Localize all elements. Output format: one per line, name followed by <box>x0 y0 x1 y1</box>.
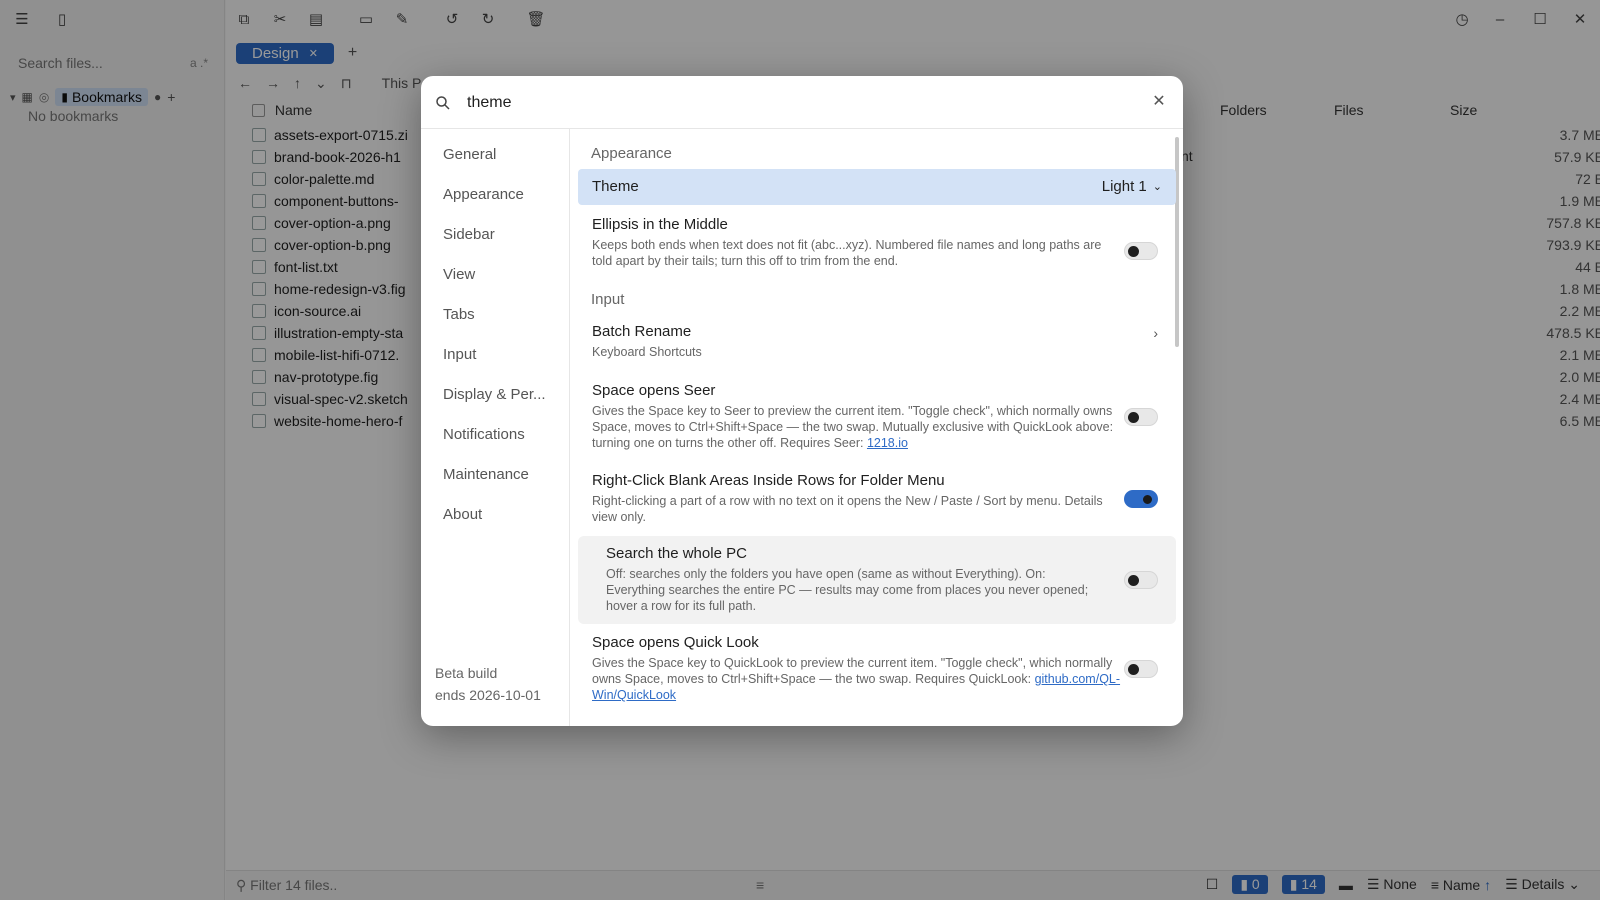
search-pc-toggle[interactable] <box>1124 571 1158 589</box>
settings-nav-item-appearance[interactable]: Appearance <box>443 186 524 203</box>
settings-nav: Beta build ends 2026-10-01 General Appear… <box>421 129 570 726</box>
settings-dialog: ✕ Beta build ends 2026-10-01 General Appe… <box>421 76 1183 726</box>
seer-link[interactable]: 1218.io <box>867 436 908 450</box>
theme-dropdown[interactable]: Light 1 ⌄ <box>1102 178 1162 195</box>
section-header-input: Input <box>591 291 625 308</box>
settings-nav-item-view[interactable]: View <box>443 266 475 283</box>
ellipsis-toggle[interactable] <box>1124 242 1158 260</box>
close-icon[interactable]: ✕ <box>1149 92 1169 112</box>
toggle-knob <box>1128 246 1139 257</box>
toggle-knob <box>1128 575 1139 586</box>
settings-nav-item-general[interactable]: General <box>443 146 496 163</box>
ellipsis-setting: Ellipsis in the Middle Keeps both ends w… <box>578 216 1176 269</box>
toggle-knob <box>1128 412 1139 423</box>
toggle-knob <box>1141 492 1154 506</box>
right-click-toggle[interactable] <box>1124 490 1158 508</box>
settings-search-input[interactable] <box>467 90 1107 116</box>
right-click-setting: Right-Click Blank Areas Inside Rows for … <box>578 472 1176 525</box>
settings-search-bar: ✕ <box>421 76 1183 129</box>
settings-nav-item-notifications[interactable]: Notifications <box>443 426 525 443</box>
settings-nav-item-input[interactable]: Input <box>443 346 476 363</box>
space-seer-toggle[interactable] <box>1124 408 1158 426</box>
theme-setting-row[interactable]: Theme Light 1 ⌄ <box>578 169 1176 205</box>
chevron-right-icon: › <box>1153 325 1158 341</box>
settings-nav-item-maintenance[interactable]: Maintenance <box>443 466 529 483</box>
chevron-down-icon: ⌄ <box>1152 181 1162 193</box>
settings-nav-item-tabs[interactable]: Tabs <box>443 306 475 323</box>
settings-nav-item-display-per[interactable]: Display & Per... <box>443 386 546 403</box>
toggle-knob <box>1128 664 1139 675</box>
batch-rename-setting[interactable]: Batch Rename Keyboard Shortcuts › <box>578 323 1176 360</box>
quick-look-setting: Space opens Quick Look Gives the Space k… <box>578 634 1176 703</box>
search-pc-setting: Search the whole PC Off: searches only t… <box>578 545 1176 614</box>
section-header-appearance: Appearance <box>591 145 672 162</box>
theme-label: Theme <box>592 178 639 195</box>
settings-nav-item-about[interactable]: About <box>443 506 482 523</box>
settings-nav-item-sidebar[interactable]: Sidebar <box>443 226 495 243</box>
space-seer-setting: Space opens Seer Gives the Space key to … <box>578 382 1176 451</box>
search-icon <box>436 96 450 110</box>
beta-build-info: Beta build ends 2026-10-01 <box>435 665 541 703</box>
settings-content: Appearance Theme Light 1 ⌄ Ellipsis in t… <box>571 129 1183 726</box>
quick-look-toggle[interactable] <box>1124 660 1158 678</box>
